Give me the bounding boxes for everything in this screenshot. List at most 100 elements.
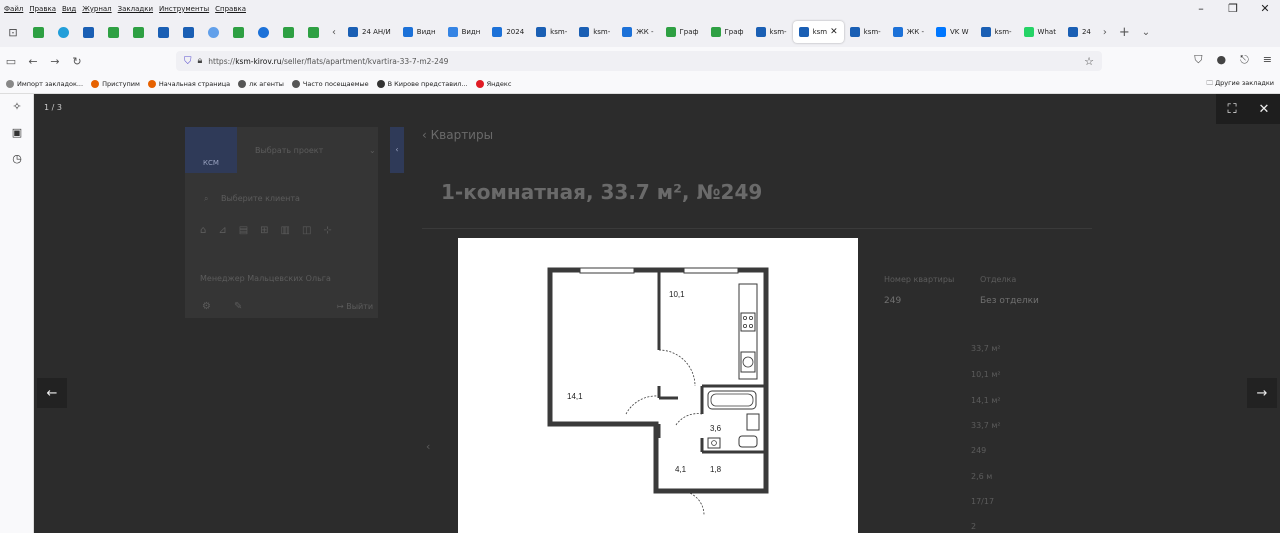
minimize-icon[interactable]: – (1194, 2, 1208, 15)
pinned-tab-icon[interactable] (283, 26, 294, 38)
account-icon[interactable]: ● (1216, 53, 1226, 67)
pinned-tab-icon[interactable] (133, 26, 144, 38)
bookmark-favicon-icon (475, 80, 484, 88)
tracking-shield-icon[interactable]: ⛉ (184, 56, 192, 67)
flat-title: 1-комнатная, 33.7 м², №249 (441, 180, 763, 204)
app-menu-icon[interactable]: ≡ (1263, 53, 1272, 67)
reload-icon[interactable]: ↻ (66, 55, 88, 68)
menu-file[interactable]: Файл (4, 5, 23, 13)
image-counter: 1 / 3 (44, 103, 62, 112)
browser-tab[interactable]: Видн (397, 21, 442, 43)
favicon-icon (579, 27, 590, 37)
tab-bar: ⊡ ‹ 24 АН/И Видн Видн 2024 ksm-ksm- ЖК - Граф Г… (0, 17, 1280, 47)
pinned-tab-icon[interactable] (83, 26, 94, 38)
browser-tab[interactable]: VK W (930, 21, 975, 43)
back-icon[interactable]: ← (22, 55, 44, 68)
restore-icon[interactable]: ❐ (1226, 2, 1240, 15)
manager-name: Менеджер Мальцевских Ольга (200, 274, 331, 283)
edit-icon: ✎ (234, 301, 243, 312)
url-bar[interactable]: ⛉ 🔒︎ https://ksm-kirov.ru/seller/flats/a… (176, 51, 1102, 71)
bookmark-item[interactable]: Приступим (91, 80, 140, 88)
browser-tab[interactable]: What (1018, 21, 1062, 43)
bookmark-favicon-icon (6, 80, 14, 88)
menu-help[interactable]: Справка (215, 5, 246, 13)
menu-history[interactable]: Журнал (82, 5, 111, 13)
pocket-icon[interactable]: ⛉ (1194, 53, 1202, 67)
param-value: 14,1 м² (971, 396, 1001, 405)
project-icons: ⌂⊿▤⊞▥◫⊹ (200, 225, 344, 236)
browser-tab[interactable]: Граф (705, 21, 750, 43)
room-area-corridor: 1,8 (710, 465, 722, 474)
close-window-icon[interactable]: ✕ (1258, 2, 1272, 15)
bookmark-item[interactable]: Начальная страница (147, 80, 230, 88)
browser-tab[interactable]: ЖК - (887, 21, 930, 43)
tab-label: ksm- (994, 28, 1012, 36)
browser-tab[interactable]: ЖК - (616, 21, 659, 43)
pinned-tab-icon[interactable] (308, 26, 319, 38)
next-image-button[interactable]: → (1247, 378, 1277, 408)
browser-tab[interactable]: 2024 (486, 21, 530, 43)
pinned-tab-icon[interactable] (33, 26, 44, 38)
ai-chat-icon[interactable]: ✧ (0, 94, 34, 120)
fullscreen-icon[interactable]: ⛶ (1216, 94, 1248, 124)
browser-tab[interactable]: ksm- (844, 21, 887, 43)
url-text[interactable]: https://ksm-kirov.ru/seller/flats/apartm… (208, 57, 448, 66)
menu-view[interactable]: Вид (62, 5, 76, 13)
extensions-icon[interactable]: ⎋ (1240, 53, 1249, 67)
tab-label: ksm- (863, 28, 881, 36)
close-tab-icon[interactable]: ✕ (830, 27, 838, 37)
history-icon[interactable]: ◷ (0, 146, 34, 172)
favicon-icon (402, 27, 413, 37)
browser-sidebar: ✧ ▣ ◷ (0, 94, 34, 533)
flat-number: 249 (884, 296, 902, 306)
browser-tab[interactable]: Граф (660, 21, 705, 43)
bookmark-star-icon[interactable]: ☆ (1084, 55, 1094, 68)
pinned-tab-icon[interactable] (158, 26, 169, 38)
browser-tab[interactable]: 24 АН/И (342, 21, 397, 43)
tab-label: ЖК - (906, 28, 924, 36)
company-logo: КСМ (185, 127, 237, 173)
bookmark-item[interactable]: лк агенты (238, 80, 284, 88)
browser-tab[interactable]: 24 (1062, 21, 1097, 43)
tab-label: Граф (724, 28, 744, 36)
prev-image-button[interactable]: ← (37, 378, 67, 408)
tab-active[interactable]: ksm ✕ (792, 21, 844, 43)
menu-tools[interactable]: Инструменты (159, 5, 209, 13)
favicon-icon (892, 27, 903, 37)
bookmark-item[interactable]: В Кирове представил... (376, 80, 468, 88)
browser-tab[interactable]: ksm- (750, 21, 793, 43)
pinned-tab-icon[interactable] (208, 26, 219, 38)
other-bookmarks[interactable]: 🗀︎ Другие закладки (1207, 79, 1274, 90)
browser-tab[interactable]: ksm- (573, 21, 616, 43)
favicon-icon (980, 27, 991, 37)
tab-overview-icon[interactable]: ⊡ (0, 26, 26, 39)
browser-tab[interactable]: Видн (442, 21, 487, 43)
pinned-tab-telegram-icon[interactable] (58, 26, 69, 38)
bookmark-label: В Кирове представил... (387, 80, 468, 88)
favicon-icon (935, 27, 946, 37)
pinned-tab-icon[interactable] (258, 26, 269, 38)
scroll-tabs-right-icon[interactable]: › (1103, 27, 1107, 38)
bookmark-item[interactable]: Импорт закладок... (6, 80, 83, 88)
lock-icon[interactable]: 🔒︎ (198, 56, 203, 66)
col-finish: Отделка (980, 275, 1017, 284)
bookmark-item[interactable]: Часто посещаемые (291, 80, 369, 88)
list-tabs-icon[interactable]: ⌄ (1142, 27, 1150, 38)
menu-edit[interactable]: Правка (29, 5, 56, 13)
new-tab-icon[interactable]: + (1119, 25, 1130, 40)
scroll-tabs-left-icon[interactable]: ‹ (332, 27, 336, 38)
pinned-tab-icon[interactable] (183, 26, 194, 38)
bookmark-item[interactable]: Яндекс (475, 80, 511, 88)
sidebar-toggle-icon[interactable]: ▭ (0, 55, 22, 68)
close-icon[interactable]: ✕ (1248, 94, 1280, 124)
search-icon: ⌕ (204, 194, 209, 203)
browser-tab[interactable]: ksm- (975, 21, 1018, 43)
favicon-icon (798, 27, 809, 37)
tab-label: 24 АН/И (362, 28, 391, 36)
pinned-tab-icon[interactable] (233, 26, 244, 38)
menu-bookmarks[interactable]: Закладки (118, 5, 153, 13)
browser-tab[interactable]: ksm- (530, 21, 573, 43)
pinned-tab-icon[interactable] (108, 26, 119, 38)
synced-tabs-icon[interactable]: ▣ (0, 120, 34, 146)
forward-icon[interactable]: → (44, 55, 66, 68)
